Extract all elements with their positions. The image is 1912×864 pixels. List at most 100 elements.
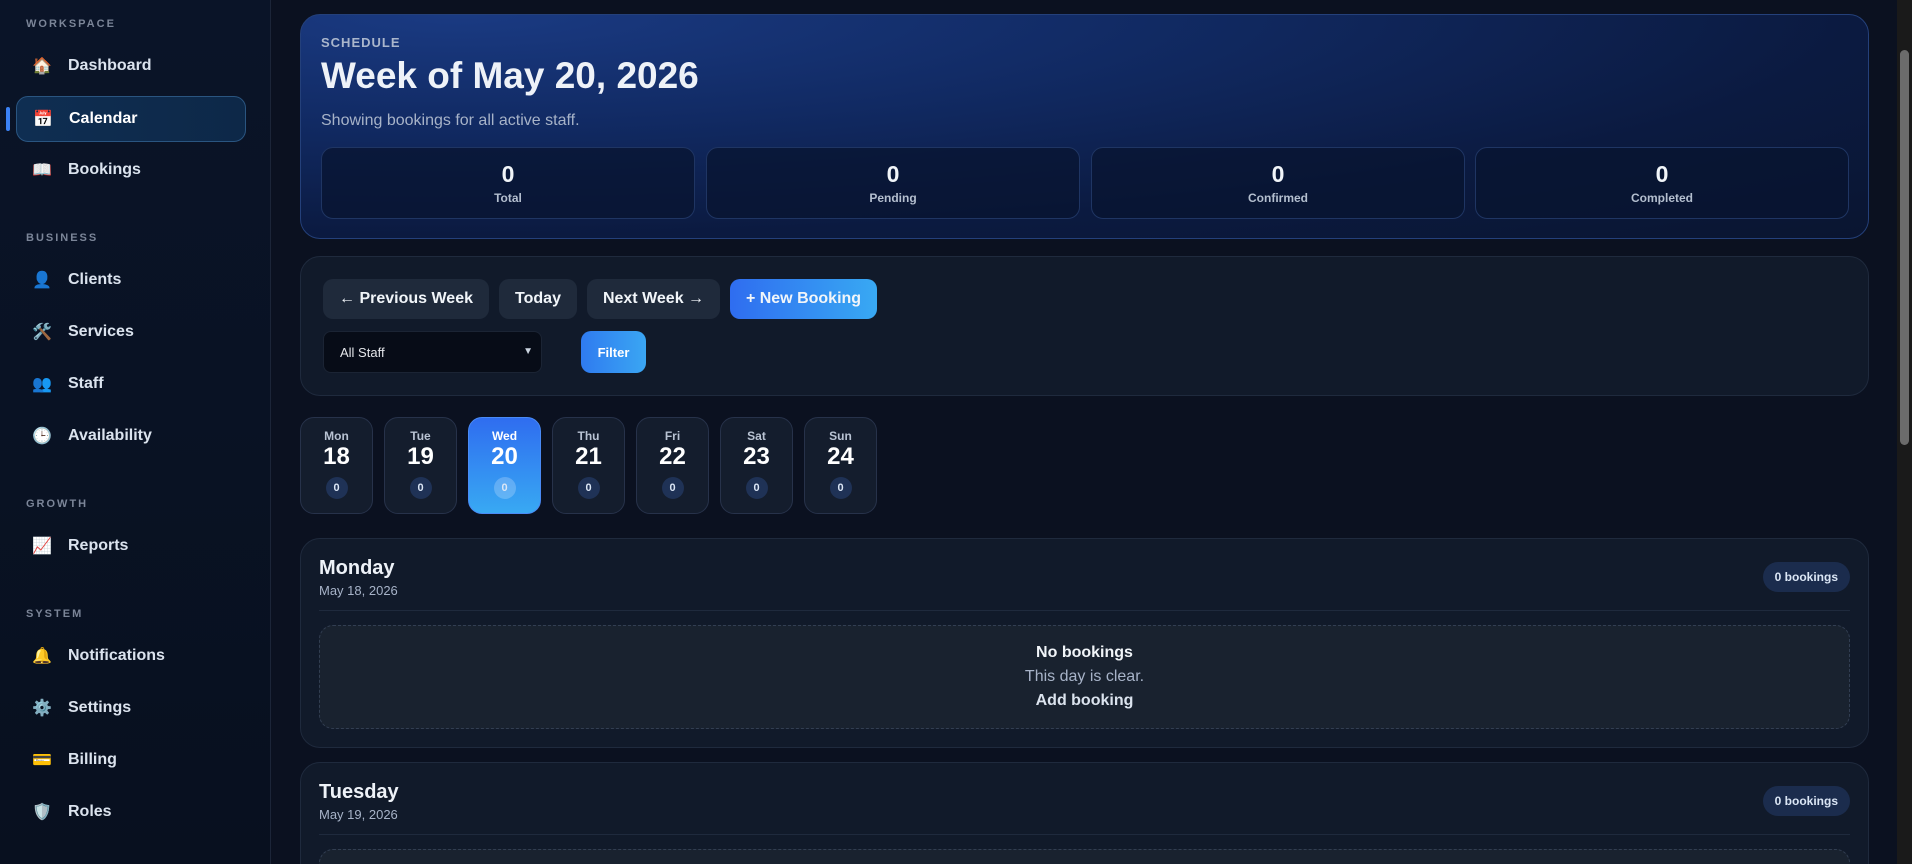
day-card-name: Tue: [410, 429, 431, 443]
previous-week-button[interactable]: ← Previous Week: [323, 279, 489, 319]
divider: [319, 834, 1850, 835]
tools-icon: 🛠️: [32, 324, 52, 341]
stat-value: 0: [1655, 161, 1669, 187]
day-card-count: 0: [409, 477, 432, 499]
day-card-fri[interactable]: Fri 22 0: [636, 417, 709, 514]
day-card-name: Thu: [577, 429, 600, 443]
calendar-icon: 📅: [33, 111, 53, 128]
new-booking-button[interactable]: + New Booking: [730, 279, 877, 319]
day-card-thu[interactable]: Thu 21 0: [552, 417, 625, 514]
sidebar-item-clients[interactable]: 👤 Clients: [16, 257, 246, 303]
active-indicator: [6, 107, 10, 131]
day-card-count: 0: [493, 477, 516, 499]
sidebar-item-label: Services: [68, 323, 134, 340]
shield-icon: 🛡️: [32, 804, 52, 821]
chevron-down-icon: ▼: [523, 346, 533, 357]
main-content: SCHEDULE Week of May 20, 2026 Showing bo…: [272, 0, 1897, 864]
section-label-growth: GROWTH: [26, 498, 89, 510]
sidebar-item-settings[interactable]: ⚙️ Settings: [16, 685, 246, 731]
day-card-mon[interactable]: Mon 18 0: [300, 417, 373, 514]
sidebar-item-reports[interactable]: 📈 Reports: [16, 523, 246, 569]
day-card-date: 19: [407, 443, 434, 470]
day-card-name: Mon: [324, 429, 349, 443]
section-label-workspace: WORKSPACE: [26, 18, 116, 30]
day-card-name: Sat: [747, 429, 766, 443]
day-card-date: 22: [659, 443, 686, 470]
app: WORKSPACE BUSINESS GROWTH SYSTEM 🏠 Dashb…: [0, 0, 1912, 864]
stat-card-total: 0 Total: [321, 147, 695, 219]
empty-state: No bookings This day is clear. Add booki…: [319, 625, 1850, 729]
day-section-tuesday: Tuesday May 19, 2026 0 bookings: [300, 762, 1869, 864]
sidebar-item-bookings[interactable]: 📖 Bookings: [16, 147, 246, 193]
sidebar-item-dashboard[interactable]: 🏠 Dashboard: [16, 43, 246, 89]
filter-button[interactable]: Filter: [581, 331, 646, 373]
day-card-date: 21: [575, 443, 602, 470]
users-icon: 👥: [32, 376, 52, 393]
stat-value: 0: [886, 161, 900, 187]
stat-card-pending: 0 Pending: [706, 147, 1080, 219]
day-card-count: 0: [577, 477, 600, 499]
stat-card-completed: 0 Completed: [1475, 147, 1849, 219]
week-controls: ← Previous Week Today Next Week → + New …: [300, 256, 1869, 396]
bookings-count-badge: 0 bookings: [1762, 786, 1850, 816]
sidebar-item-label: Roles: [68, 803, 112, 820]
stat-label: Pending: [869, 191, 917, 205]
gear-icon: ⚙️: [32, 700, 52, 717]
day-card-count: 0: [829, 477, 852, 499]
day-card-date: 23: [743, 443, 770, 470]
stat-value: 0: [501, 161, 515, 187]
user-icon: 👤: [32, 272, 52, 289]
day-card-date: 24: [827, 443, 854, 470]
day-section-monday: Monday May 18, 2026 0 bookings No bookin…: [300, 538, 1869, 748]
add-booking-link[interactable]: Add booking: [320, 692, 1849, 710]
day-card-count: 0: [661, 477, 684, 499]
day-card-tue[interactable]: Tue 19 0: [384, 417, 457, 514]
divider: [319, 610, 1850, 611]
sidebar-item-availability[interactable]: 🕒 Availability: [16, 413, 246, 459]
sidebar-item-calendar[interactable]: 📅 Calendar: [16, 96, 246, 142]
empty-state-title: No bookings: [1036, 644, 1133, 661]
day-card-wed[interactable]: Wed 20 0: [468, 417, 541, 514]
sidebar-item-billing[interactable]: 💳 Billing: [16, 737, 246, 783]
day-card-sun[interactable]: Sun 24 0: [804, 417, 877, 514]
stat-label: Total: [494, 191, 522, 205]
hero-kicker: SCHEDULE: [321, 35, 401, 50]
chart-icon: 📈: [32, 538, 52, 555]
section-label-system: SYSTEM: [26, 608, 84, 620]
schedule-hero: SCHEDULE Week of May 20, 2026 Showing bo…: [300, 14, 1869, 239]
day-card-sat[interactable]: Sat 23 0: [720, 417, 793, 514]
section-label-business: BUSINESS: [26, 232, 99, 244]
stat-label: Completed: [1630, 191, 1693, 205]
clock-icon: 🕒: [32, 428, 52, 445]
sidebar-item-label: Bookings: [68, 161, 141, 178]
card-icon: 💳: [32, 752, 52, 769]
sidebar-item-label: Staff: [68, 375, 104, 392]
stat-card-confirmed: 0 Confirmed: [1091, 147, 1465, 219]
day-section-title: Tuesday: [319, 781, 399, 803]
sidebar-item-notifications[interactable]: 🔔 Notifications: [16, 633, 246, 679]
staff-select[interactable]: All Staff ▼: [323, 331, 542, 373]
sidebar-item-staff[interactable]: 👥 Staff: [16, 361, 246, 407]
today-button[interactable]: Today: [499, 279, 577, 319]
sidebar-item-roles[interactable]: 🛡️ Roles: [16, 789, 246, 835]
home-icon: 🏠: [32, 58, 52, 75]
day-card-count: 0: [325, 477, 348, 499]
sidebar-item-label: Calendar: [69, 110, 138, 127]
sidebar-item-label: Billing: [68, 751, 117, 768]
book-icon: 📖: [32, 162, 52, 179]
staff-select-value: All Staff: [340, 344, 385, 360]
page-scrollbar[interactable]: [1897, 0, 1912, 864]
scrollbar-thumb[interactable]: [1900, 50, 1909, 445]
day-card-name: Fri: [664, 429, 681, 443]
stat-label: Confirmed: [1248, 191, 1308, 205]
sidebar-item-label: Dashboard: [68, 57, 152, 74]
empty-state: [319, 849, 1850, 864]
day-section-date: May 18, 2026: [319, 583, 398, 598]
day-card-date: 18: [323, 443, 350, 470]
day-card-name: Sun: [829, 429, 852, 443]
next-week-button[interactable]: Next Week →: [587, 279, 720, 319]
sidebar-item-services[interactable]: 🛠️ Services: [16, 309, 246, 355]
sidebar-item-label: Clients: [68, 271, 122, 288]
sidebar-item-label: Settings: [68, 699, 132, 716]
day-card-name: Wed: [491, 429, 518, 443]
